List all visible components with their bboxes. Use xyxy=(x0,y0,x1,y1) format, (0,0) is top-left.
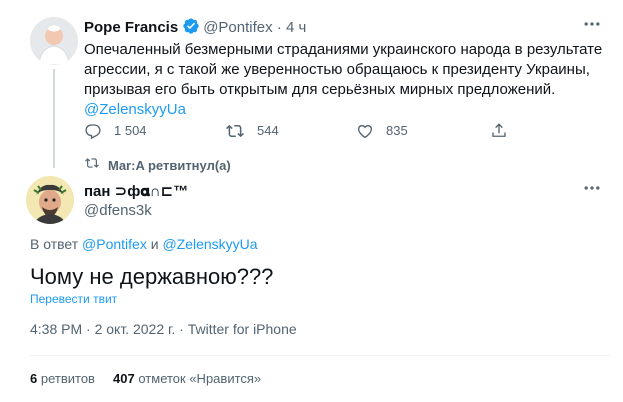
retweet-count: 544 xyxy=(257,123,279,138)
retweet-action[interactable]: 544 xyxy=(225,121,279,141)
reply-user-link[interactable]: @Pontifex xyxy=(82,236,147,252)
tweet-metadata[interactable]: 4:38 PM · 2 окт. 2022 г. · Twitter for i… xyxy=(30,320,297,338)
reply-action[interactable]: 1 504 xyxy=(84,121,147,141)
reply-prefix: В ответ xyxy=(30,236,79,252)
likes-stat[interactable]: 407 отметок «Нравится» xyxy=(113,371,261,386)
retweets-stat-count: 6 xyxy=(30,371,38,386)
reply-context: В ответ @Pontifex и @ZelenskyyUa xyxy=(30,235,258,253)
reply-and: и xyxy=(150,236,159,252)
main-more-horizontal-icon[interactable] xyxy=(582,178,602,203)
retweet-notice-text: Mar:A ретвитнул(а) xyxy=(108,157,231,173)
likes-stat-count: 407 xyxy=(113,371,135,386)
like-action[interactable]: 835 xyxy=(356,121,408,141)
retweet-icon xyxy=(225,122,245,140)
thread-connector-line xyxy=(53,69,55,168)
share-icon xyxy=(490,122,508,140)
share-action[interactable] xyxy=(490,121,508,141)
parent-tweet-header: Pope Francis @Pontifex · 4 ч xyxy=(84,17,306,41)
reply-user-link[interactable]: @ZelenskyyUa xyxy=(162,236,257,252)
engagement-stats: 6 ретвитов 407 отметок «Нравится» xyxy=(30,370,261,388)
parent-tweet-body: Опечаленный безмерными страданиями украи… xyxy=(84,40,604,120)
likes-stat-label: отметок «Нравится» xyxy=(138,371,262,386)
pope-francis-avatar[interactable] xyxy=(30,17,78,65)
header-separator: · xyxy=(276,19,282,36)
more-horizontal-icon[interactable] xyxy=(582,14,602,39)
tweet-time[interactable]: 4 ч xyxy=(286,19,306,36)
main-tweet-text: Чому не державною??? xyxy=(30,264,274,289)
retweets-stat-label: ретвитов xyxy=(40,371,95,386)
like-count: 835 xyxy=(386,123,408,138)
dfens3k-avatar[interactable] xyxy=(26,176,74,224)
mention-link[interactable]: @ZelenskyyUa xyxy=(84,101,186,118)
retweets-stat[interactable]: 6 ретвитов xyxy=(30,371,95,386)
heart-icon xyxy=(356,122,374,140)
parent-tweet-text: Опечаленный безмерными страданиями украи… xyxy=(84,41,603,98)
reply-icon xyxy=(84,122,102,140)
main-author-name[interactable]: пан ⊃ф𝛂∩⊏™ xyxy=(84,182,188,202)
retweet-notice-icon xyxy=(84,156,108,175)
retweeted-by-notice[interactable]: Mar:A ретвитнул(а) xyxy=(84,156,231,175)
divider xyxy=(30,355,610,356)
reply-count: 1 504 xyxy=(114,123,147,138)
author-handle[interactable]: @Pontifex xyxy=(203,19,272,36)
main-author-handle[interactable]: @dfens3k xyxy=(84,201,152,221)
translate-tweet-link[interactable]: Перевести твит xyxy=(30,291,117,307)
verified-badge-icon xyxy=(182,17,200,41)
author-name[interactable]: Pope Francis xyxy=(84,19,178,36)
